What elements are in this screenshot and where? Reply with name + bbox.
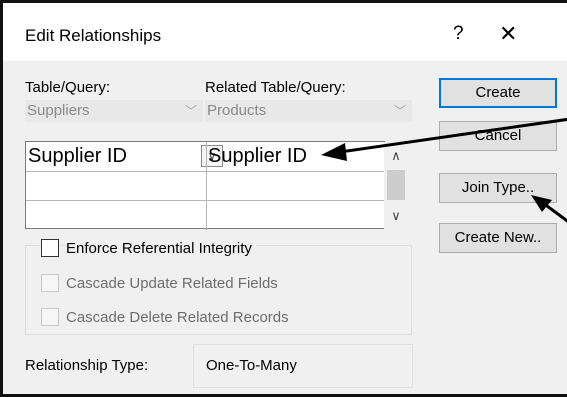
annotation-arrow-line	[332, 117, 567, 155]
annotation-arrows	[321, 117, 567, 223]
annotation-arrowhead	[531, 195, 552, 212]
edit-relationships-dialog: Edit Relationships ? ✕ Table/Query: Rela…	[0, 0, 567, 397]
annotation-arrowhead	[321, 143, 347, 161]
